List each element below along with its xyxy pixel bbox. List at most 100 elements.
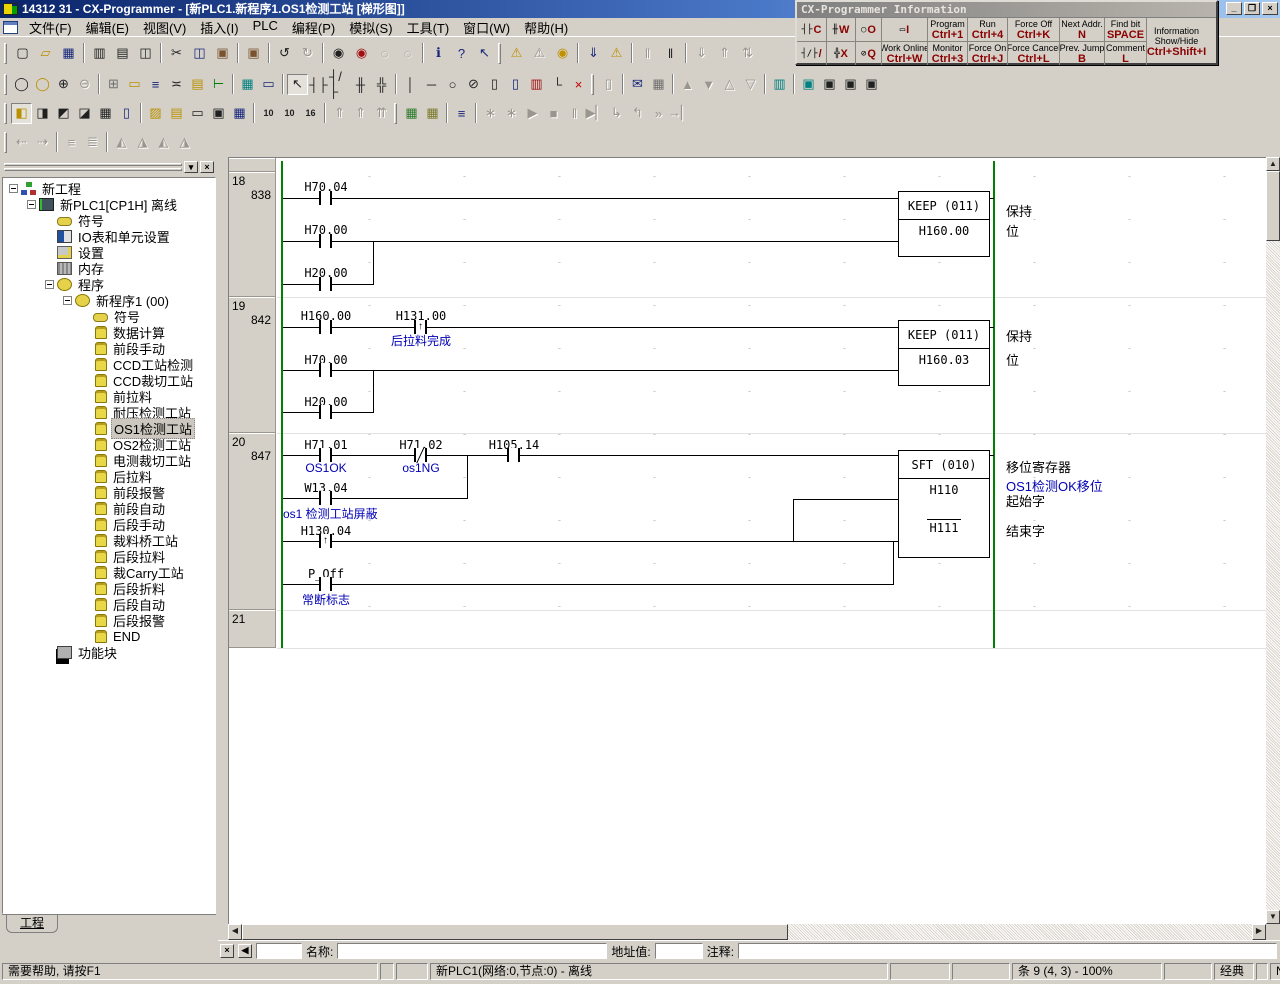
no-contact[interactable]: [319, 191, 332, 205]
menu-item[interactable]: 工具(T): [400, 17, 457, 38]
replace-button[interactable]: ◉: [350, 43, 373, 64]
show-rung-annotation-button[interactable]: ≍: [166, 74, 187, 95]
toolbar-grip[interactable]: [4, 103, 7, 124]
rung-margin[interactable]: 19 842: [229, 297, 276, 433]
shortcut-work-online[interactable]: Work OnlineCtrl+W: [882, 42, 927, 65]
no-contact[interactable]: [319, 277, 332, 291]
shortcut-or-contact[interactable]: ╫W: [827, 18, 855, 42]
no-contact[interactable]: [507, 448, 520, 462]
coil-tool-button[interactable]: ○: [442, 74, 463, 95]
watch-window-3-button[interactable]: ▣: [840, 74, 861, 95]
paste-button[interactable]: ▣: [211, 43, 234, 64]
no-contact[interactable]: [319, 577, 332, 591]
monitor-view-button[interactable]: ▭: [187, 103, 208, 124]
tree-item[interactable]: 后段折料: [3, 580, 215, 596]
select-tool-button[interactable]: ↖: [287, 74, 308, 95]
tree-item[interactable]: 后段自动: [3, 596, 215, 612]
new-button[interactable]: ▢: [11, 43, 34, 64]
tree-expand-icon[interactable]: [45, 280, 54, 289]
no-contact[interactable]: [319, 320, 332, 334]
zoom-custom-button[interactable]: ◯: [32, 74, 53, 95]
or-contact-tool-button[interactable]: ╫: [350, 74, 371, 95]
paste-rung-button[interactable]: ▣: [242, 43, 265, 64]
dialog-view-button[interactable]: ▣: [208, 103, 229, 124]
zoom-tool-button[interactable]: ◯: [11, 74, 32, 95]
watch-window-4-button[interactable]: ▣: [861, 74, 882, 95]
transfer-button[interactable]: ⇓: [582, 43, 605, 64]
toolbar-grip[interactable]: [591, 74, 594, 95]
show-comments-button[interactable]: ≡: [145, 74, 166, 95]
shortcut-previous-jump[interactable]: Prev. JumpB: [1060, 42, 1104, 65]
tree-item[interactable]: CCD裁切工站: [3, 372, 215, 388]
menu-item[interactable]: 窗口(W): [456, 17, 517, 38]
shortcut-next-address[interactable]: Next Addr.N: [1060, 18, 1104, 42]
contact-tool-button[interactable]: ┤├: [308, 74, 329, 95]
page-setup-button[interactable]: ▥: [88, 43, 111, 64]
toggle-address-window-button[interactable]: ▦: [95, 103, 116, 124]
find-report-button[interactable]: ◉: [551, 43, 574, 64]
restore-button[interactable]: ❐: [1244, 2, 1260, 15]
shortcut-new-instruction[interactable]: ▭I: [882, 18, 927, 42]
shortcut-comment[interactable]: CommentL: [1105, 42, 1146, 65]
monitor-signed-decimal-button[interactable]: 10: [279, 103, 300, 124]
shortcut-information-toggle[interactable]: Information Show/Hide Ctrl+Shift+I: [1147, 18, 1206, 65]
pause-button[interactable]: ‖: [659, 43, 682, 64]
program-mail-button[interactable]: ✉: [627, 74, 648, 95]
watch-window-2-button[interactable]: ▣: [819, 74, 840, 95]
rung-margin[interactable]: 18 838: [229, 172, 276, 297]
information-window-titlebar[interactable]: CX-Programmer Information: [797, 2, 1216, 17]
menu-item[interactable]: 视图(V): [136, 17, 193, 38]
print-preview-button[interactable]: ◫: [134, 43, 157, 64]
scroll-left-button[interactable]: ◀: [228, 924, 242, 940]
contact-nc-tool-button[interactable]: ┤/├: [329, 74, 350, 95]
expansion-instruction-tool-button[interactable]: ▯: [505, 74, 526, 95]
scroll-right-button[interactable]: ▶: [1252, 924, 1266, 940]
menu-item[interactable]: 插入(I): [193, 17, 245, 38]
horizontal-scroll-thumb[interactable]: [242, 924, 788, 940]
show-symbol-bar-button[interactable]: ▤: [187, 74, 208, 95]
vertical-scroll-thumb[interactable]: [1266, 171, 1280, 241]
scroll-up-button[interactable]: ▲: [1266, 157, 1280, 171]
tree-item[interactable]: 前段报警: [3, 484, 215, 500]
view-dialog-button[interactable]: ▭: [258, 74, 279, 95]
print-button[interactable]: ▤: [111, 43, 134, 64]
tree-item[interactable]: 内存: [3, 260, 215, 276]
minimize-button[interactable]: _: [1226, 2, 1242, 15]
comment-input[interactable]: [738, 943, 1277, 959]
menu-item[interactable]: PLC: [246, 17, 285, 38]
or-contact-nc-tool-button[interactable]: ╬: [371, 74, 392, 95]
no-contact[interactable]: [319, 234, 332, 248]
copy-button[interactable]: ◫: [188, 43, 211, 64]
name-input[interactable]: [337, 943, 607, 959]
cross-reference-button[interactable]: ▨: [145, 103, 166, 124]
shortcut-run-mode[interactable]: RunCtrl+4: [968, 18, 1007, 42]
compile-button[interactable]: ⚠: [505, 43, 528, 64]
tree-item[interactable]: 功能块: [3, 644, 215, 660]
menu-item[interactable]: 帮助(H): [517, 17, 575, 38]
symbol-bar-close-button[interactable]: ×: [220, 944, 234, 958]
tab-project[interactable]: 工程: [6, 915, 58, 933]
workspace-grip[interactable]: [4, 163, 182, 166]
shortcut-new-contact-nc[interactable]: ┤/├/: [797, 42, 826, 65]
shortcut-new-coil-nc[interactable]: ⊘Q: [856, 42, 881, 65]
symbol-bar-scroll-button[interactable]: ◀: [238, 944, 252, 958]
menu-item[interactable]: 模拟(S): [342, 17, 399, 38]
tree-item[interactable]: 裁Carry工站: [3, 564, 215, 580]
shortcut-new-contact[interactable]: ┤├C: [797, 18, 826, 42]
tree-item[interactable]: 新PLC1[CP1H] 离线: [3, 196, 215, 212]
open-button[interactable]: ▱: [34, 43, 57, 64]
line-corner-tool-button[interactable]: └: [547, 74, 568, 95]
workspace-grip[interactable]: [4, 168, 182, 171]
shortcut-force-off[interactable]: Force OffCtrl+K: [1008, 18, 1059, 42]
tree-item[interactable]: 后拉料: [3, 468, 215, 484]
workspace-close-button[interactable]: ×: [200, 161, 214, 173]
shortcut-force-cancel[interactable]: Force CancelCtrl+L: [1008, 42, 1059, 65]
scroll-down-button[interactable]: ▼: [1266, 910, 1280, 924]
about-button[interactable]: ℹ: [427, 43, 450, 64]
shortcut-force-on[interactable]: Force OnCtrl+J: [968, 42, 1007, 65]
address-input[interactable]: [655, 943, 703, 959]
properties-button[interactable]: ▯: [116, 103, 137, 124]
find-button[interactable]: ◉: [327, 43, 350, 64]
work-online-button[interactable]: ▦: [422, 103, 443, 124]
nc-contact[interactable]: [414, 448, 427, 462]
